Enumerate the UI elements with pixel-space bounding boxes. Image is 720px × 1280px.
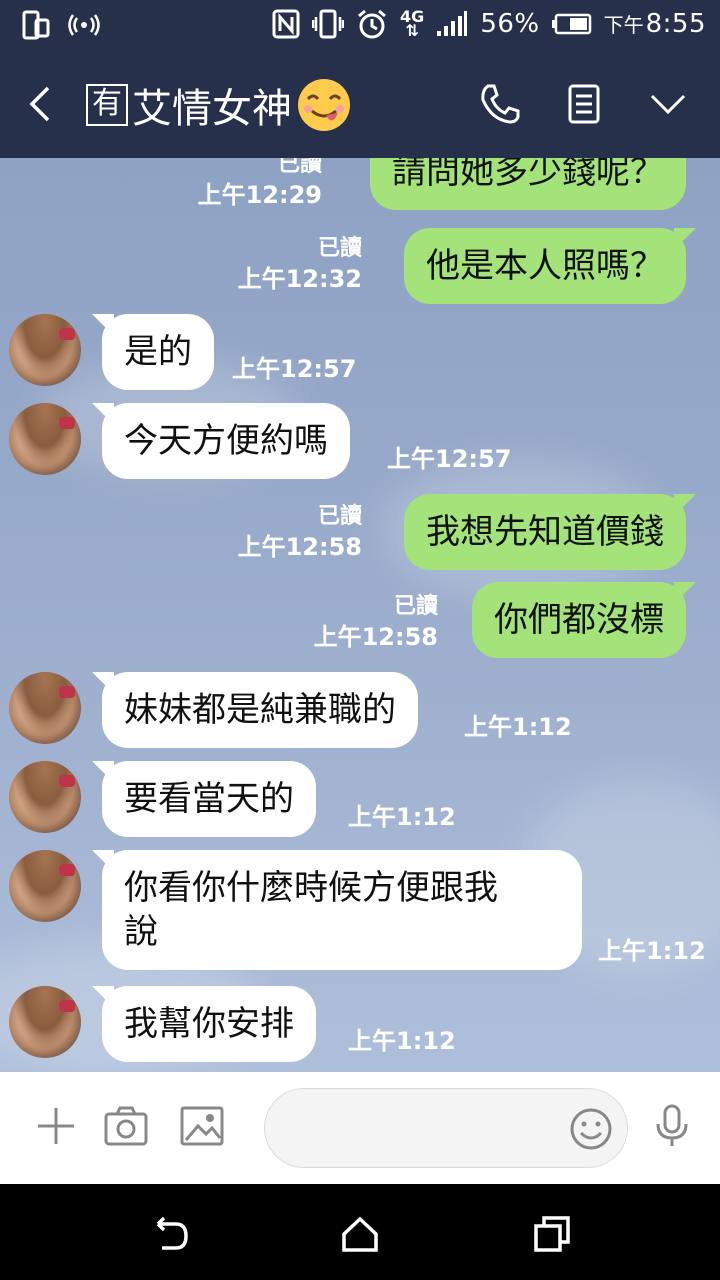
message-text: 要看當天的 [124, 779, 294, 819]
message-text: 你看你什麼時候方便跟我 [124, 868, 498, 908]
message-time: 上午12:32 [237, 265, 362, 293]
message-text: 妹妹都是純兼職的 [124, 690, 396, 730]
their-message-bubble[interactable]: 我幫你安排 [92, 986, 316, 1062]
bubble-tail [674, 582, 696, 604]
battery-icon [551, 13, 591, 35]
message-text: 請問她多少錢呢？ [392, 158, 664, 192]
battery-percent: 56% [480, 9, 540, 39]
contact-avatar[interactable] [9, 850, 81, 922]
message-time: 上午1:12 [598, 937, 706, 965]
message-time: 上午1:12 [348, 803, 456, 831]
bubble-tail [674, 494, 696, 516]
network-4g-icon: 4G ⇅ [400, 7, 425, 40]
system-nav-bar [0, 1184, 720, 1280]
contact-avatar[interactable] [9, 314, 81, 386]
my-message-bubble[interactable]: 我想先知道價錢 [404, 494, 696, 570]
message-meta: 已讀 上午12:32 [238, 234, 362, 294]
nfc-icon [272, 9, 300, 39]
message-text: 你們都沒標 [494, 600, 664, 640]
network-type: 4G [400, 7, 425, 26]
alarm-icon [358, 9, 387, 39]
message-time: 上午1:12 [464, 713, 572, 741]
message-text: 我想先知道價錢 [426, 512, 664, 552]
my-message-bubble[interactable]: 你們都沒標 [472, 582, 696, 658]
their-message-bubble[interactable]: 今天方便約嗎 [92, 403, 350, 479]
message-text: 我幫你安排 [124, 1004, 294, 1044]
message-text: 是的 [124, 332, 192, 372]
bubble-tail [92, 672, 114, 694]
chat-title: 有 艾情女神 [86, 76, 352, 134]
bubble-tail [92, 314, 114, 336]
read-receipt: 已讀 [317, 504, 362, 529]
their-message-bubble[interactable]: 是的 [92, 314, 214, 390]
microphone-icon[interactable] [648, 1102, 696, 1150]
back-icon[interactable] [22, 84, 58, 124]
their-message-bubble[interactable]: 要看當天的 [92, 761, 316, 837]
chat-area[interactable]: 請問她多少錢呢？ 已讀 上午12:29 他是本人照嗎？ 已讀 上午12:32 是… [0, 158, 720, 1072]
message-text: 他是本人照嗎？ [426, 246, 664, 286]
image-icon[interactable] [178, 1102, 226, 1150]
contact-avatar[interactable] [9, 672, 81, 744]
nav-back-icon[interactable] [150, 1214, 190, 1254]
their-message-bubble[interactable]: 你看你什麼時候方便跟我 說 [92, 850, 582, 970]
message-meta: 已讀 上午12:29 [198, 158, 322, 210]
clock-ampm: 下午 [603, 13, 644, 37]
chevron-down-icon[interactable] [644, 80, 692, 128]
message-meta: 已讀 上午12:58 [238, 502, 362, 562]
nav-recents-icon[interactable] [532, 1214, 572, 1254]
read-receipt: 已讀 [317, 236, 362, 261]
contact-avatar[interactable] [9, 761, 81, 833]
yum-emoji-icon [298, 79, 350, 131]
my-message-bubble[interactable]: 他是本人照嗎？ [404, 228, 696, 304]
nav-home-icon[interactable] [340, 1214, 380, 1254]
title-boxed-char: 有 [86, 84, 128, 126]
message-time: 上午12:57 [232, 355, 357, 383]
message-text: 今天方便約嗎 [124, 421, 328, 461]
emoji-icon[interactable] [569, 1107, 613, 1151]
signal-icon [437, 11, 468, 36]
phone-icon[interactable] [476, 80, 524, 128]
message-text: 說 [124, 912, 158, 952]
their-message-bubble[interactable]: 妹妹都是純兼職的 [92, 672, 418, 748]
message-meta: 已讀 上午12:58 [314, 592, 438, 652]
vibrate-icon [312, 9, 345, 39]
camera-icon[interactable] [102, 1102, 150, 1150]
my-message-bubble[interactable]: 請問她多少錢呢？ [370, 158, 686, 210]
message-time: 上午12:29 [197, 181, 322, 209]
notes-icon[interactable] [560, 80, 608, 128]
read-receipt: 已讀 [277, 158, 322, 177]
message-time: 上午12:58 [313, 623, 438, 651]
contact-avatar[interactable] [9, 986, 81, 1058]
message-time: 上午12:58 [237, 533, 362, 561]
input-bar [0, 1072, 720, 1184]
message-input[interactable] [289, 1107, 559, 1151]
contact-avatar[interactable] [9, 403, 81, 475]
read-receipt: 已讀 [393, 594, 438, 619]
bubble-tail [92, 850, 114, 872]
contact-name: 艾情女神 [132, 86, 292, 132]
chat-header: 有 艾情女神 [0, 50, 720, 158]
hotspot-icon [68, 14, 100, 36]
clock-time: 8:55 [645, 9, 706, 39]
status-bar: 4G ⇅ 56% 下午8:55 [0, 0, 720, 50]
message-input-field[interactable] [264, 1088, 628, 1168]
device-icon [22, 10, 50, 40]
bubble-tail [674, 228, 696, 250]
message-time: 上午1:12 [348, 1027, 456, 1055]
bubble-tail [92, 761, 114, 783]
plus-icon[interactable] [32, 1102, 80, 1150]
message-time: 上午12:57 [387, 445, 512, 473]
